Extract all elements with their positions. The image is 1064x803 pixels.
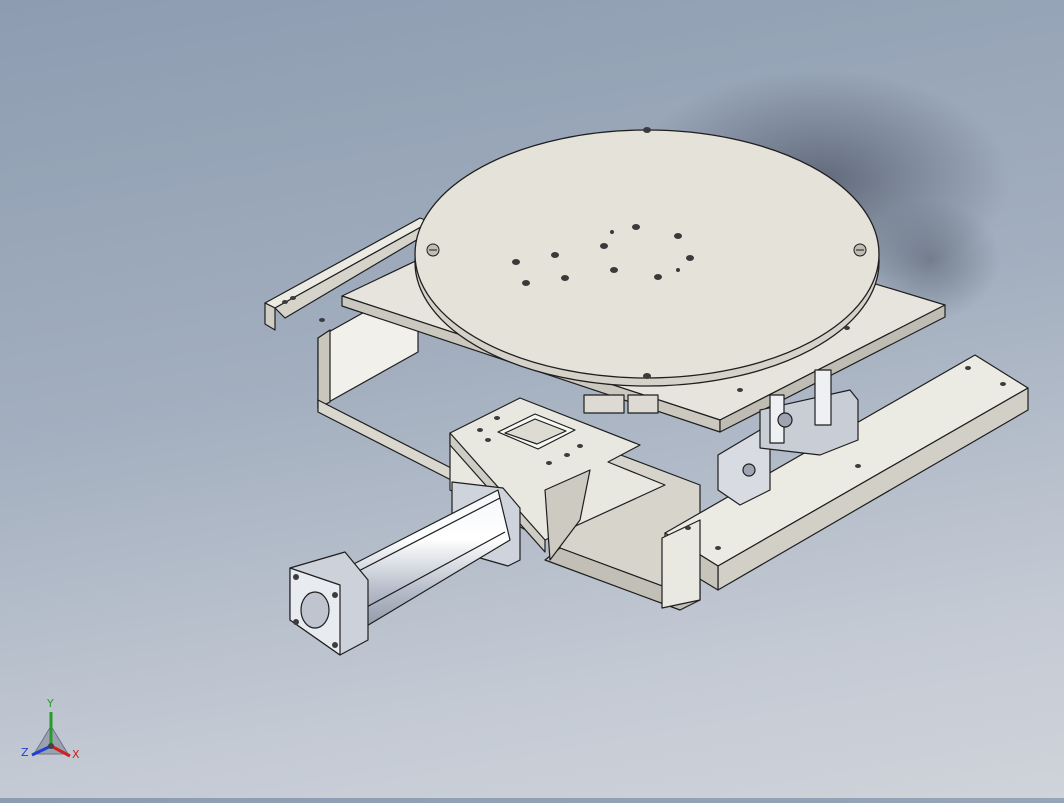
pneumatic-cylinder	[289, 481, 521, 656]
cad-viewport[interactable]	[0, 0, 1064, 798]
turntable-disc	[414, 129, 880, 387]
y-axis-label: Y	[47, 697, 54, 710]
coordinate-triad: Y X Z	[18, 697, 88, 770]
x-axis-label: X	[72, 748, 80, 761]
z-axis-label: Z	[21, 746, 29, 759]
